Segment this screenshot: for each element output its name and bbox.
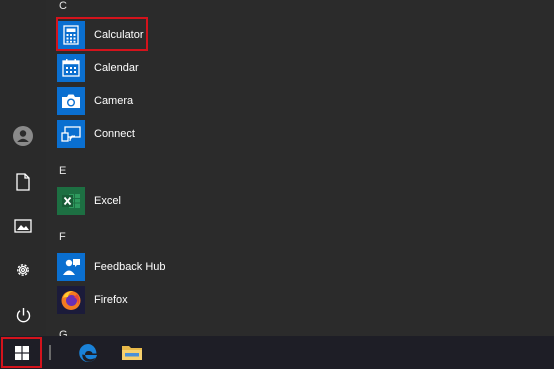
pictures-button[interactable] [0, 206, 46, 246]
calculator-highlight-box [56, 17, 148, 51]
calendar-tile [57, 54, 85, 82]
camera-tile [57, 87, 85, 115]
connect-icon [61, 126, 81, 142]
app-item-feedback-hub[interactable]: Feedback Hub [57, 251, 166, 283]
app-item-camera[interactable]: Camera [57, 85, 157, 117]
feedback-hub-tile [57, 253, 85, 281]
app-item-excel[interactable]: Excel [57, 185, 157, 217]
connect-tile [57, 120, 85, 148]
taskbar-separator [49, 345, 51, 360]
power-button[interactable] [0, 295, 46, 335]
calendar-icon [62, 59, 80, 77]
section-header-c[interactable]: C [59, 0, 67, 12]
app-item-connect[interactable]: Connect [57, 118, 157, 150]
firefox-icon [61, 291, 81, 310]
app-label-camera: Camera [94, 95, 134, 107]
section-header-e[interactable]: E [59, 165, 66, 177]
document-icon [16, 173, 30, 191]
documents-button[interactable] [0, 162, 46, 202]
app-item-firefox[interactable]: Firefox [57, 284, 157, 316]
start-menu: C Calculator Calendar Camera Connect E E… [0, 0, 554, 336]
excel-icon [62, 194, 80, 208]
file-explorer-icon [122, 345, 142, 360]
app-item-calendar[interactable]: Calendar [57, 52, 157, 84]
section-header-f[interactable]: F [59, 231, 66, 243]
user-avatar-icon [13, 126, 33, 146]
excel-tile [57, 187, 85, 215]
start-left-rail [0, 0, 46, 336]
app-label-excel: Excel [94, 195, 121, 207]
firefox-tile [57, 286, 85, 314]
user-account-button[interactable] [0, 116, 46, 156]
edge-icon [79, 343, 97, 362]
app-label-connect: Connect [94, 128, 135, 140]
taskbar-file-explorer-button[interactable] [112, 336, 152, 369]
camera-icon [62, 94, 80, 108]
settings-gear-icon [17, 264, 29, 276]
power-icon [16, 307, 30, 322]
pictures-icon [14, 219, 32, 233]
settings-button[interactable] [0, 250, 46, 290]
app-label-firefox: Firefox [94, 294, 128, 306]
start-button-highlight-box [1, 337, 42, 368]
app-label-feedback-hub: Feedback Hub [94, 261, 166, 273]
app-label-calendar: Calendar [94, 62, 139, 74]
section-header-g[interactable]: G [59, 329, 68, 336]
feedback-hub-icon [63, 259, 80, 275]
taskbar-edge-button[interactable] [68, 336, 108, 369]
taskbar [0, 336, 554, 369]
